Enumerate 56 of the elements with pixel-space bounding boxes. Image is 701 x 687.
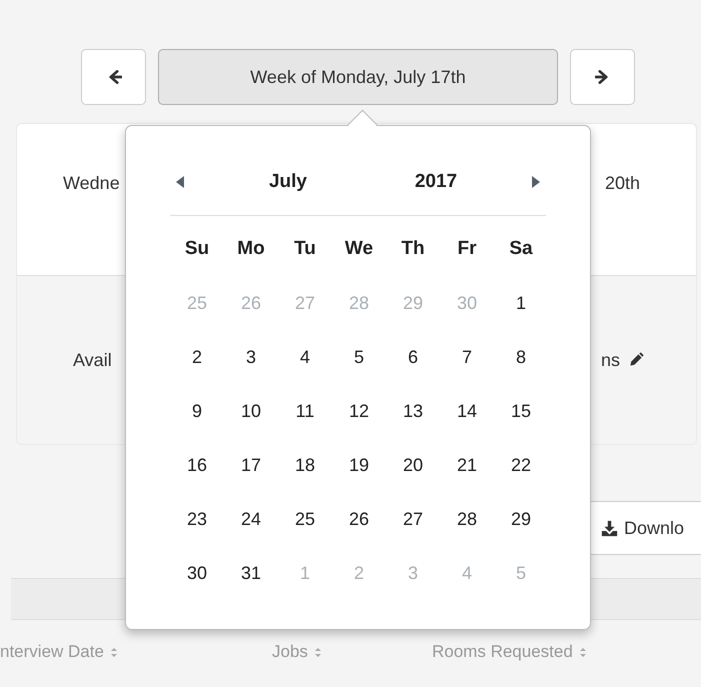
weekday-label: Su — [184, 237, 210, 261]
next-week-button[interactable] — [570, 49, 635, 105]
calendar-day[interactable]: 28 — [440, 492, 494, 546]
month-label[interactable]: July — [266, 171, 310, 193]
calendar-day[interactable]: 6 — [386, 330, 440, 384]
sort-icon — [110, 646, 118, 658]
calendar-day[interactable]: 14 — [440, 384, 494, 438]
calendar-day[interactable]: 27 — [386, 492, 440, 546]
calendar-day[interactable]: 8 — [494, 330, 548, 384]
calendar-day[interactable]: 18 — [278, 438, 332, 492]
calendar-day[interactable]: 30 — [170, 546, 224, 600]
calendar-day[interactable]: 25 — [278, 492, 332, 546]
options-label: ns — [600, 349, 620, 371]
sort-icon — [578, 646, 587, 658]
calendar-day[interactable]: 29 — [494, 492, 548, 546]
calendar-day[interactable]: 31 — [224, 546, 278, 600]
calendar-day[interactable]: 20 — [386, 438, 440, 492]
weekday-label: Mo — [236, 237, 266, 261]
previous-week-button[interactable] — [81, 49, 146, 105]
calendar-day[interactable]: 7 — [440, 330, 494, 384]
calendar-day[interactable]: 9 — [170, 384, 224, 438]
weekday-label: Fr — [456, 237, 478, 261]
calendar-day[interactable]: 2 — [170, 330, 224, 384]
calendar-day[interactable]: 10 — [224, 384, 278, 438]
calendar-day[interactable]: 19 — [332, 438, 386, 492]
calendar-day[interactable]: 23 — [170, 492, 224, 546]
calendar-day[interactable]: 5 — [332, 330, 386, 384]
pencil-icon — [628, 352, 644, 368]
calendar-day[interactable]: 4 — [278, 330, 332, 384]
caret-right-icon — [532, 176, 540, 188]
download-button[interactable]: Downlo — [588, 501, 701, 555]
calendar-day[interactable]: 3 — [224, 330, 278, 384]
calendar-day[interactable]: 24 — [224, 492, 278, 546]
availability-label: Avail — [73, 349, 112, 371]
calendar-day[interactable]: 16 — [170, 438, 224, 492]
weekday-label: We — [344, 237, 374, 261]
weekday-label: Tu — [293, 237, 317, 261]
caret-left-icon — [176, 176, 184, 188]
calendar-day[interactable]: 17 — [224, 438, 278, 492]
calendar-day[interactable]: 12 — [332, 384, 386, 438]
calendar-day[interactable]: 1 — [494, 276, 548, 330]
calendar-day[interactable]: 22 — [494, 438, 548, 492]
calendar-day[interactable]: 15 — [494, 384, 548, 438]
year-label[interactable]: 2017 — [414, 171, 458, 193]
weekday-label: Th — [400, 237, 426, 261]
calendar-day[interactable]: 11 — [278, 384, 332, 438]
download-icon — [601, 520, 618, 536]
calendar-day[interactable]: 21 — [440, 438, 494, 492]
day-heading: 20th — [604, 172, 640, 194]
calendar-day[interactable]: 26 — [332, 492, 386, 546]
calendar-day[interactable]: 13 — [386, 384, 440, 438]
sort-icon — [314, 646, 322, 658]
week-picker-button[interactable]: Week of Monday, July 17th — [158, 49, 558, 105]
weekday-label: Sa — [508, 237, 534, 261]
right-arrow-icon — [594, 69, 610, 85]
day-heading: Wedne — [63, 172, 120, 194]
